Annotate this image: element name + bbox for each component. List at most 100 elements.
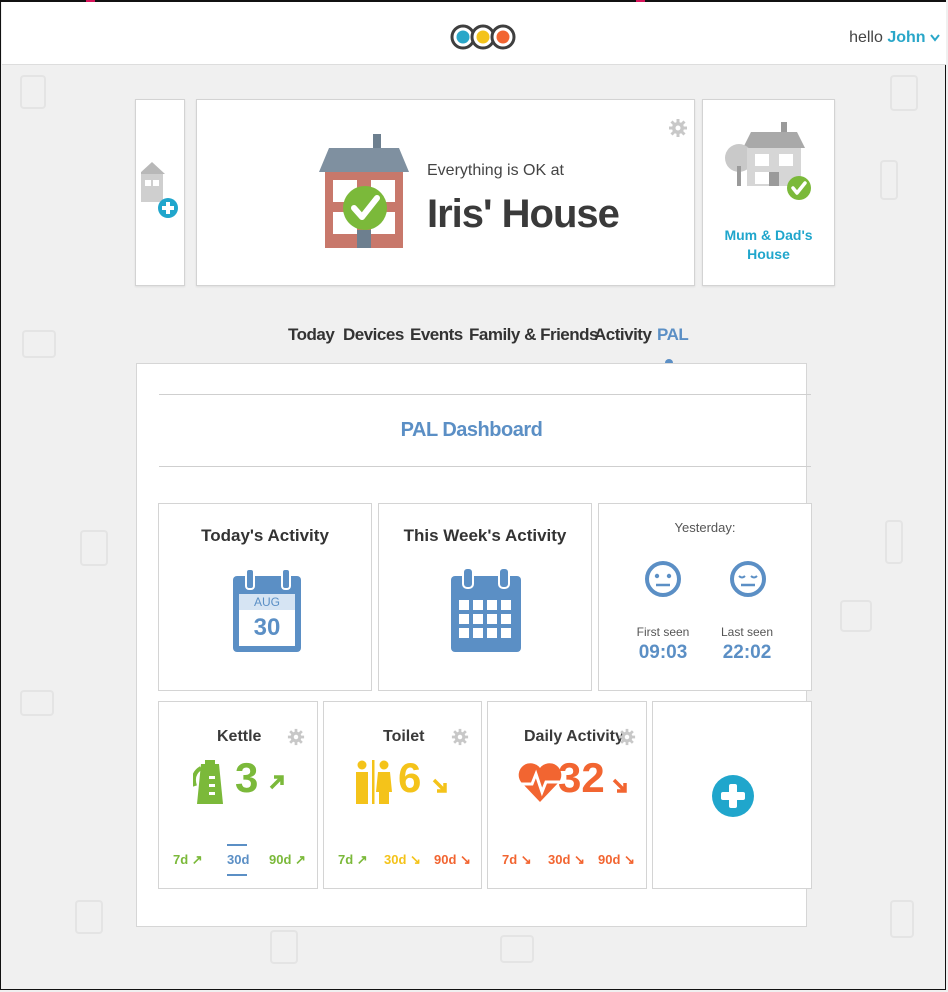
period-30d[interactable]: 30d ↘ [548, 852, 585, 868]
period-7d[interactable]: 7d ↗ [173, 852, 203, 868]
add-house-card[interactable] [135, 99, 185, 286]
tile-title: This Week's Activity [403, 526, 567, 545]
last-seen-label: Last seen [720, 625, 774, 639]
background-pattern-icon [880, 160, 898, 200]
add-house-icon [141, 162, 178, 218]
toilet-people-icon [356, 760, 392, 804]
trend-down-icon [612, 778, 627, 793]
greeting-text: hello [849, 29, 883, 46]
period-7d[interactable]: 7d ↘ [502, 852, 532, 868]
background-pattern-icon [890, 900, 914, 938]
tab-devices[interactable]: Devices [343, 325, 404, 345]
period-label: 30d [384, 852, 407, 867]
add-icon [712, 775, 754, 817]
background-pattern-icon [270, 930, 298, 964]
background-pattern-icon [840, 600, 872, 632]
metric-title: Kettle [217, 728, 262, 745]
tab-family-and-friends[interactable]: Family & Friends [469, 325, 598, 345]
pal-dashboard-panel: PAL Dashboard Today's Activity AUG 30 Th… [136, 363, 812, 927]
period-label: 30d [548, 852, 571, 867]
kettle-icon [193, 760, 223, 804]
yesterday-tile: Yesterday: First seen 09:03 Last seen 22… [598, 503, 812, 691]
background-pattern-icon [75, 900, 103, 934]
divider [159, 466, 811, 467]
add-metric-tile[interactable] [652, 701, 812, 889]
selected-period-indicator [227, 874, 247, 876]
gear-icon[interactable] [287, 728, 305, 746]
current-house-card: Everything is OK at Iris' House [196, 99, 695, 286]
trend-down-icon: ↘ [574, 852, 585, 867]
tab-activity[interactable]: Activity [594, 325, 652, 345]
background-pattern-icon [890, 75, 918, 111]
last-seen-time: 22:02 [722, 642, 772, 663]
tab-bar: Today Devices Events Family & Friends Ac… [0, 325, 948, 367]
period-90d[interactable]: 90d ↘ [598, 852, 635, 868]
top-bar: hello John [2, 2, 946, 65]
period-label: 30d [227, 852, 250, 867]
metric-value: 6 [398, 754, 422, 801]
other-house-name-line2: House [747, 246, 790, 262]
tab-events[interactable]: Events [410, 325, 463, 345]
daily-activity-metric-tile[interactable]: Daily Activity 32 7d ↘ 30d ↘ 90d ↘ [487, 701, 647, 889]
kettle-metric-tile[interactable]: Kettle 3 7d ↗ 30d 90d ↗ [158, 701, 318, 889]
calendar-month: AUG [239, 594, 295, 610]
gear-icon[interactable] [451, 728, 469, 746]
trend-down-icon: ↘ [410, 852, 421, 867]
trend-down-icon [432, 778, 447, 793]
other-house-name: Mum & Dad's House [703, 226, 834, 264]
calendar-week-icon [451, 568, 521, 652]
dashboard-title: PAL Dashboard [400, 419, 543, 441]
gear-icon[interactable] [668, 118, 688, 138]
tab-today[interactable]: Today [288, 325, 335, 345]
chevron-down-icon [930, 34, 940, 42]
trend-down-icon: ↘ [520, 852, 532, 867]
house-ok-icon [319, 134, 409, 248]
calendar-day: 30 [253, 614, 281, 641]
divider [159, 394, 811, 395]
trend-up-icon [269, 775, 284, 790]
this-weeks-activity-tile[interactable]: This Week's Activity [378, 503, 592, 691]
metric-title: Daily Activity [524, 728, 624, 745]
period-7d[interactable]: 7d ↗ [338, 852, 368, 868]
background-pattern-icon [500, 935, 534, 963]
trend-down-icon: ↘ [460, 852, 471, 867]
background-pattern-icon [20, 690, 54, 716]
todays-activity-tile[interactable]: Today's Activity AUG 30 [158, 503, 372, 691]
heartbeat-icon [518, 763, 562, 802]
user-name: John [887, 29, 926, 46]
metric-title: Toilet [383, 728, 425, 745]
trend-down-icon: ↘ [624, 852, 635, 867]
face-sleepy-icon [730, 561, 766, 597]
period-label: 7d [338, 852, 354, 867]
background-pattern-icon [885, 520, 903, 564]
trend-up-icon: ↗ [356, 852, 368, 867]
tile-title: Today's Activity [201, 526, 329, 545]
trend-up-icon: ↗ [295, 852, 306, 867]
metric-value: 32 [558, 754, 605, 801]
period-90d[interactable]: 90d ↘ [434, 852, 471, 868]
toilet-metric-tile[interactable]: Toilet 6 7d ↗ 30d ↘ 90d ↘ [323, 701, 482, 889]
metric-value: 3 [235, 754, 259, 801]
period-label: 90d [434, 852, 457, 867]
trend-up-icon: ↗ [191, 852, 203, 867]
first-seen-label: First seen [636, 625, 690, 639]
user-menu[interactable]: hello John [849, 29, 940, 47]
period-90d[interactable]: 90d ↗ [269, 852, 306, 868]
house-ok-icon [725, 122, 811, 200]
period-label: 7d [173, 852, 189, 867]
first-seen-time: 09:03 [638, 642, 688, 663]
house-status-text: Everything is OK at [427, 162, 564, 179]
other-house-name-line1: Mum & Dad's [724, 227, 813, 243]
calendar-day-icon: AUG 30 [233, 568, 301, 654]
face-awake-icon [645, 561, 681, 597]
selected-period-indicator [227, 844, 247, 846]
gear-icon[interactable] [618, 728, 636, 746]
tab-pal[interactable]: PAL [657, 325, 689, 345]
period-30d-selected[interactable]: 30d [227, 844, 250, 876]
period-30d[interactable]: 30d ↘ [384, 852, 421, 868]
period-label: 90d [269, 852, 292, 867]
app-logo[interactable] [450, 24, 516, 50]
yesterday-label: Yesterday: [674, 520, 736, 535]
period-label: 7d [502, 852, 518, 867]
other-house-card[interactable]: Mum & Dad's House [702, 99, 835, 286]
